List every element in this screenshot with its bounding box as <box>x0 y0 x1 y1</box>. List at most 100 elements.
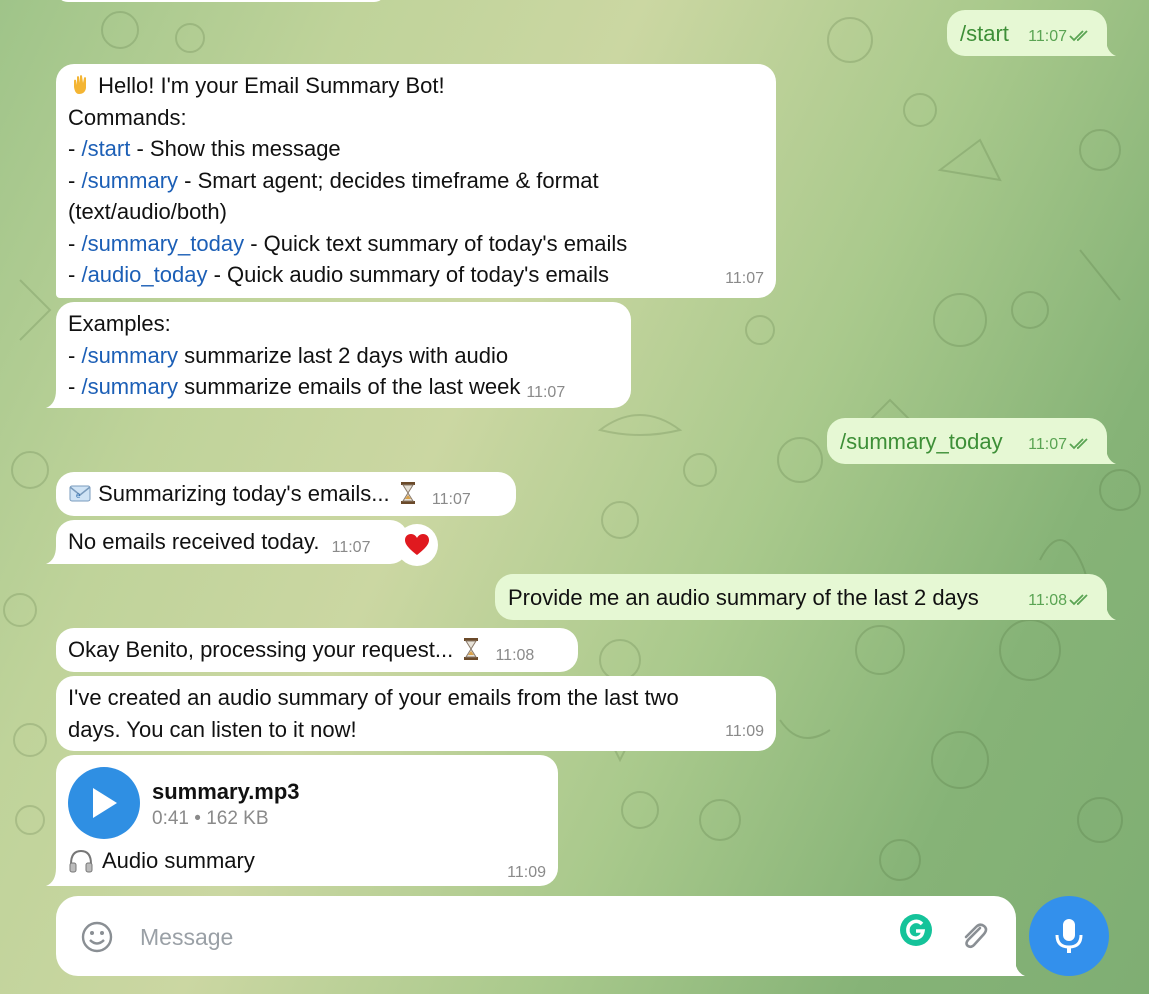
message-line: No emails received today. 11:07 <box>68 529 371 556</box>
voice-record-button[interactable] <box>1029 896 1109 976</box>
caption-text: Audio summary <box>102 848 255 873</box>
message-text: Provide me an audio summary of the last … <box>508 585 979 610</box>
double-check-icon <box>1069 30 1088 42</box>
message-time: 11:08 <box>1028 591 1067 609</box>
bubble-tail <box>46 868 62 886</box>
message-outgoing-summary-today[interactable]: /summary_today 11:07 <box>827 418 1107 464</box>
message-text: (text/audio/both) <box>68 199 227 224</box>
message-text: - Smart agent; decides timeframe & forma… <box>178 167 599 193</box>
headphones-icon <box>69 849 93 873</box>
command-link-summary[interactable]: /summary <box>81 168 178 193</box>
message-text: - Quick audio summary of today's emails <box>207 262 610 287</box>
attach-icon[interactable] <box>956 918 992 954</box>
message-text: Summarizing today's emails... <box>98 481 390 506</box>
heart-icon <box>405 534 429 555</box>
message-line: - /audio_today - Quick audio summary of … <box>68 259 762 291</box>
bubble-tail <box>1100 602 1116 620</box>
message-line: - /summary summarize last 2 days with au… <box>68 340 617 372</box>
bubble-tail <box>1100 38 1116 56</box>
message-text: - Show this message <box>130 136 341 161</box>
list-dash: - <box>68 374 82 399</box>
command-link-summary[interactable]: /summary <box>81 374 178 399</box>
message-incoming-help[interactable]: Hello! I'm your Email Summary Bot! Comma… <box>56 64 776 298</box>
previous-message-edge <box>56 0 386 2</box>
command-link-start[interactable]: /start <box>81 136 130 161</box>
message-incoming-created[interactable]: I've created an audio summary of your em… <box>56 676 776 751</box>
hourglass-icon <box>459 637 483 661</box>
grammarly-icon[interactable] <box>898 912 934 948</box>
message-incoming-examples[interactable]: Examples: - /summary summarize last 2 da… <box>56 302 631 408</box>
message-outgoing-audio-request[interactable]: Provide me an audio summary of the last … <box>495 574 1107 620</box>
command-link-audio-today[interactable]: /audio_today <box>81 262 207 287</box>
bubble-tail <box>46 546 62 564</box>
message-incoming-processing[interactable]: Okay Benito, processing your request... … <box>56 628 578 672</box>
list-dash: - <box>68 342 82 368</box>
list-dash: - <box>68 230 82 256</box>
message-line: I've created an audio summary of your em… <box>68 682 762 714</box>
message-composer <box>56 896 1016 976</box>
message-meta: 11:07 <box>1028 21 1095 53</box>
command-link-summary[interactable]: /summary <box>81 343 178 368</box>
message-outgoing-start[interactable]: /start 11:07 <box>947 10 1107 56</box>
message-time: 11:09 <box>507 864 546 881</box>
message-line: days. You can listen to it now! <box>68 714 762 746</box>
message-text: /summary_today <box>840 429 1003 454</box>
message-incoming-no-emails[interactable]: No emails received today. 11:07 <box>56 520 408 564</box>
audio-file-name: summary.mp3 <box>152 779 300 804</box>
message-line: - /start - Show this message <box>68 133 762 165</box>
play-icon <box>93 788 117 818</box>
message-line: Commands: <box>68 102 762 134</box>
list-dash: - <box>68 262 82 287</box>
message-text: /start <box>960 21 1009 46</box>
list-dash: - <box>68 167 82 193</box>
bubble-tail <box>46 390 62 408</box>
message-time: 11:07 <box>1028 435 1067 453</box>
message-time: 11:08 <box>495 647 535 664</box>
meta-separator: • <box>194 808 201 829</box>
message-time: 11:09 <box>725 722 764 740</box>
message-time: 11:07 <box>431 491 471 508</box>
message-text: summarize emails of the last week <box>178 374 521 399</box>
message-text: summarize last 2 days with audio <box>178 342 509 368</box>
audio-size: 162 KB <box>206 808 269 829</box>
list-dash: - <box>68 136 82 161</box>
message-text: Examples: <box>68 311 171 336</box>
message-input[interactable] <box>138 916 862 958</box>
bubble-tail <box>1009 958 1025 976</box>
bubble-tail <box>1100 446 1116 464</box>
message-incoming-summarizing[interactable]: e Summarizing today's emails... 11:07 <box>56 472 516 516</box>
message-line: - /summary summarize emails of the last … <box>68 371 617 409</box>
message-line: - /summary_today - Quick text summary of… <box>68 228 762 260</box>
svg-text:e: e <box>76 491 81 500</box>
message-meta: 11:07 <box>1028 429 1095 461</box>
message-text: days. You can listen to it now! <box>68 716 357 742</box>
message-text: Hello! I'm your Email Summary Bot! <box>98 73 445 98</box>
message-text: No emails received today. <box>68 529 320 554</box>
double-check-icon <box>1069 594 1088 606</box>
message-text: I've created an audio summary of your em… <box>68 685 679 710</box>
play-button[interactable] <box>68 767 140 839</box>
message-text: - Quick text summary of today's emails <box>244 230 628 256</box>
hourglass-icon <box>396 481 420 505</box>
message-incoming-audio[interactable]: summary.mp3 0:41 • 162 KB Audio summary … <box>56 755 558 886</box>
message-line: - /summary - Smart agent; decides timefr… <box>68 165 762 197</box>
message-line: e Summarizing today's emails... 11:07 <box>68 481 471 508</box>
emoji-icon[interactable] <box>80 920 114 954</box>
message-time: 11:07 <box>1028 27 1067 45</box>
message-text: Okay Benito, processing your request... <box>68 637 454 662</box>
microphone-icon <box>1055 919 1083 953</box>
envelope-icon: e <box>68 481 92 505</box>
waving-hand-icon <box>68 73 92 97</box>
message-line: Hello! I'm your Email Summary Bot! <box>68 70 762 102</box>
message-text: Commands: <box>68 104 187 130</box>
audio-duration: 0:41 <box>152 808 189 829</box>
message-line: Okay Benito, processing your request... … <box>68 637 535 664</box>
message-line: Examples: <box>68 308 617 340</box>
audio-file-meta: 0:41 • 162 KB <box>152 808 269 830</box>
double-check-icon <box>1069 438 1088 450</box>
command-link-summary-today[interactable]: /summary_today <box>81 231 244 256</box>
message-time: 11:07 <box>725 269 764 287</box>
message-meta: 11:08 <box>1028 585 1095 617</box>
reaction-heart[interactable] <box>396 524 438 566</box>
message-time: 11:07 <box>331 539 371 556</box>
